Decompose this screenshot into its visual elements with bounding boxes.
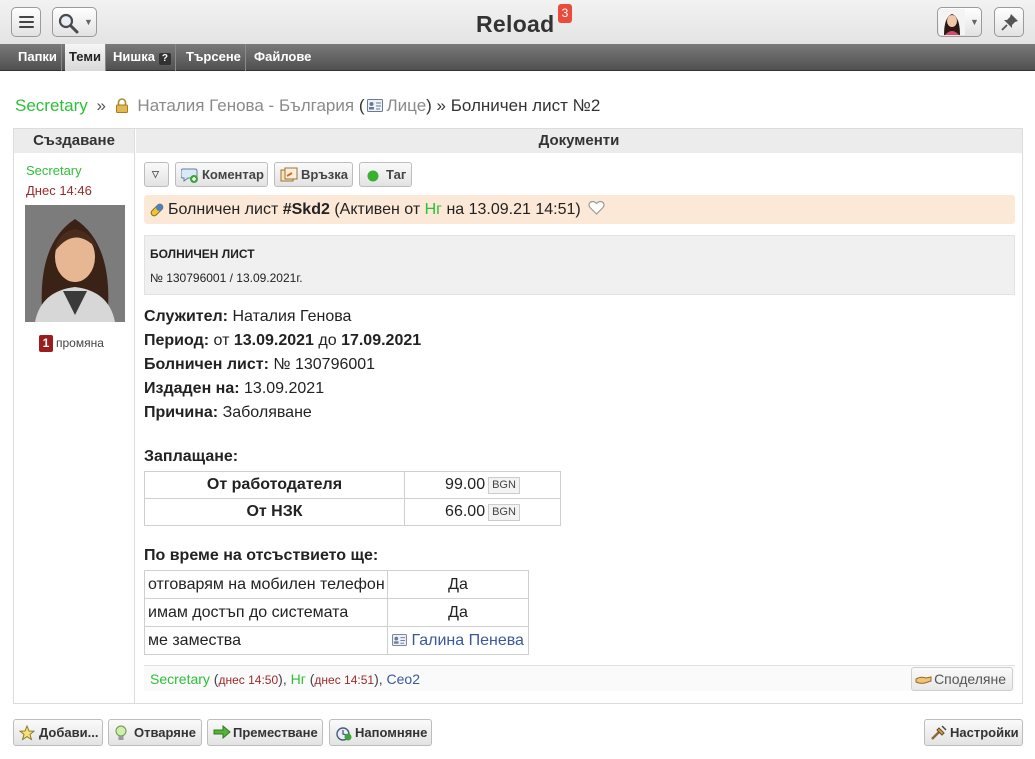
arrow-right-icon [213,725,231,739]
user-link[interactable]: Сео2 [387,671,420,687]
app-title[interactable]: Reload [476,11,554,38]
tab-files[interactable]: Файлове [250,44,315,71]
column-header-created: Създаване [14,129,135,153]
period-row: Период: от 13.09.2021 до 17.09.2021 [144,332,422,349]
document-status: Болничен лист #Skd2 (Активен от Нг на 13… [144,195,1015,224]
substitute-link[interactable]: Галина Пенева [411,632,523,649]
settings-tools-icon [931,725,947,740]
absence-table: отговарям на мобилен телефон Да имам дос… [144,570,529,655]
help-icon[interactable]: ? [158,53,171,65]
table-row: отговарям на мобилен телефон Да [144,570,529,599]
payment-heading: Заплащане: [144,448,239,465]
lightbulb-icon [115,725,127,740]
add-button[interactable]: Добави... [13,719,103,746]
nav-bar: Папки Теми Нишка? Търсене Файлове [0,44,1035,71]
breadcrumb-person-link[interactable]: Наталия Генова - България [137,96,354,115]
employee-row: Служител: Наталия Генова [144,308,352,325]
settings-button[interactable]: Настройки [924,719,1023,746]
main-menu-button[interactable] [11,7,41,37]
document-header-box: БОЛНИЧЕН ЛИСТ № 130796001 / 13.09.2021г. [144,235,1015,295]
chevron-down-icon: ▼ [970,17,979,27]
thread-table: Създаване Документи Secretary Днес 14:46… [13,128,1023,704]
status-user-link[interactable]: Нг [425,201,442,218]
link-button[interactable]: Връзка [274,162,353,187]
document-code: #Skd2 [282,201,330,218]
chevron-down-icon: ▽ [152,169,159,179]
user-link[interactable]: Secretary [150,671,210,687]
user-link[interactable]: Нг [291,671,306,687]
search-button[interactable]: ▼ [52,7,97,37]
breadcrumb-root-link[interactable]: Secretary [15,96,88,115]
tag-button[interactable]: Таг [359,162,412,187]
document-number: № 130796001 / 13.09.2021г. [150,271,303,285]
absence-heading: По време на отсъствието ще: [144,547,379,564]
tab-folders[interactable]: Папки [14,44,62,71]
shared-with-line: Secretary (днес 14:50), Нг (днес 14:51),… [144,665,1015,691]
tab-thread[interactable]: Нишка? [109,44,176,71]
contact-card-icon [392,633,407,646]
link-document-icon [280,167,298,182]
pin-button[interactable] [994,7,1024,37]
currency-badge: BGN [488,504,520,521]
author-name-link[interactable]: Secretary [26,163,82,178]
more-actions-button[interactable]: ▽ [144,162,169,187]
pill-icon [150,203,164,217]
share-button[interactable]: Споделяне [911,667,1013,691]
comment-add-icon [181,168,198,183]
comment-button[interactable]: Коментар [175,162,268,187]
table-row: имам достъп до системата Да [144,598,529,627]
star-icon [19,725,35,741]
breadcrumb-person-type-link[interactable]: Лице [387,96,427,115]
profile-button[interactable]: ▼ [937,7,982,37]
tab-topics[interactable]: Теми [65,44,106,71]
pin-icon [1001,14,1018,31]
move-button[interactable]: Преместване [207,719,323,746]
green-dot-icon [367,170,379,182]
tab-search[interactable]: Търсене [182,44,246,71]
sheet-row: Болничен лист: № 130796001 [144,356,376,373]
search-icon [58,13,79,34]
created-time: Днес 14:46 [26,183,92,198]
table-row: ме замества Галина Пенева [144,626,529,655]
issued-row: Издаден на: 13.09.2021 [144,380,325,397]
table-row: От работодателя 99.00 BGN [144,471,561,499]
open-button[interactable]: Отваряне [108,719,202,746]
column-header-documents: Документи [136,129,1022,153]
chevron-down-icon: ▼ [84,17,93,27]
document-title: БОЛНИЧЕН ЛИСТ [150,247,255,261]
lock-icon [115,98,128,113]
remind-button[interactable]: Напомняне [329,719,432,746]
top-header: ▼ Reload 3 ▼ [0,0,1035,44]
breadcrumb: Secretary » Наталия Генова - България ( … [15,96,601,115]
changes-count[interactable]: 1 промяна [39,335,104,352]
share-hand-icon [915,676,932,684]
heart-icon[interactable] [588,200,605,215]
author-avatar[interactable] [25,205,125,322]
payment-table: От работодателя 99.00 BGN От НЗК 66.00 BGN [144,471,561,526]
currency-badge: BGN [488,477,520,494]
breadcrumb-current: ) » Болничен лист №2 [426,96,601,115]
alarm-clock-icon [336,727,352,741]
reason-row: Причина: Заболяване [144,404,312,421]
author-column: Secretary Днес 14:46 1 промяна [14,153,135,703]
document-column: ▽ Коментар Връзка Таг Болничен лист #Skd… [136,153,1022,703]
notification-badge[interactable]: 3 [558,4,572,23]
table-row: От НЗК 66.00 BGN [144,498,561,526]
contact-card-icon [366,99,383,112]
user-avatar-icon [939,9,965,35]
